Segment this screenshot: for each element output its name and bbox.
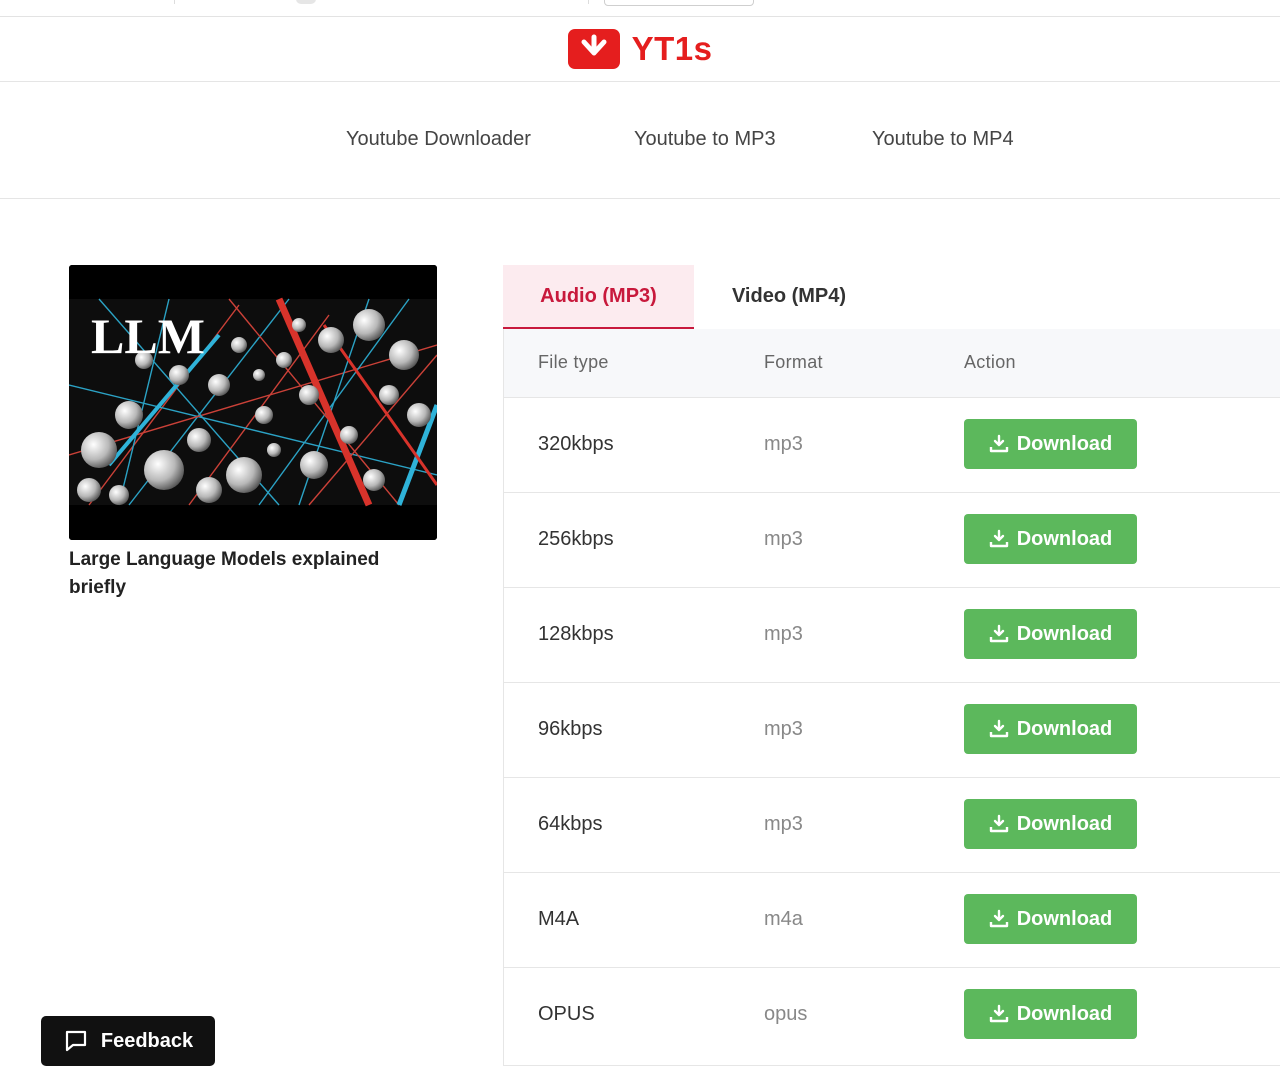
download-icon: [989, 814, 1008, 833]
file-type-cell: 256kbps: [538, 528, 614, 550]
format-cell: mp3: [764, 528, 803, 550]
download-icon: [989, 909, 1008, 928]
download-button-label: Download: [1016, 812, 1113, 835]
download-icon: [989, 434, 1008, 453]
logo[interactable]: YT1s: [567, 29, 713, 69]
download-button-label: Download: [1016, 1002, 1113, 1025]
table-row: 64kbps mp3 Download: [504, 777, 1280, 873]
nav-youtube-to-mp3[interactable]: Youtube to MP3: [634, 128, 776, 151]
file-type-cell: M4A: [538, 908, 580, 930]
chrome-divider: [588, 0, 589, 4]
download-icon: [989, 529, 1008, 548]
site-header: YT1s: [0, 17, 1280, 82]
table-header: File type Format Action: [504, 329, 1280, 398]
format-tabs: Audio (MP3) Video (MP4): [503, 265, 1280, 330]
download-table: File type Format Action 320kbps mp3 Down…: [503, 329, 1280, 1066]
download-icon: [989, 624, 1008, 643]
table-row: 128kbps mp3 Download: [504, 587, 1280, 683]
feedback-label: Feedback: [100, 1029, 194, 1052]
table-row: 96kbps mp3 Download: [504, 682, 1280, 778]
download-button-label: Download: [1016, 717, 1113, 740]
table-row: OPUS opus Download: [504, 967, 1280, 1062]
download-button-label: Download: [1016, 907, 1113, 930]
download-button[interactable]: Download: [964, 419, 1137, 469]
file-type-cell: 320kbps: [538, 433, 614, 455]
download-arrow-icon: [567, 29, 620, 69]
column-header-file-type: File type: [538, 352, 609, 372]
main-nav: Youtube Downloader Youtube to MP3 Youtub…: [0, 82, 1280, 199]
chrome-divider: [174, 0, 175, 4]
file-type-cell: 96kbps: [538, 718, 603, 740]
format-cell: mp3: [764, 433, 803, 455]
table-row: M4A m4a Download: [504, 872, 1280, 968]
video-title: Large Language Models explained briefly: [69, 549, 380, 598]
download-button[interactable]: Download: [964, 609, 1137, 659]
download-button[interactable]: Download: [964, 799, 1137, 849]
file-type-cell: OPUS: [538, 1003, 595, 1025]
nav-youtube-to-mp4[interactable]: Youtube to MP4: [872, 128, 1014, 151]
download-button-label: Download: [1016, 432, 1113, 455]
download-icon: [989, 719, 1008, 738]
chat-bubble-icon: [65, 1030, 86, 1052]
tab-video-mp4[interactable]: Video (MP4): [694, 265, 884, 327]
tab-audio-mp3[interactable]: Audio (MP3): [503, 265, 694, 329]
format-cell: mp3: [764, 623, 803, 645]
video-thumbnail: LLM: [69, 265, 437, 540]
format-cell: mp3: [764, 718, 803, 740]
column-header-format: Format: [764, 352, 823, 372]
logo-text: YT1s: [631, 30, 713, 67]
file-type-cell: 64kbps: [538, 813, 603, 835]
download-button[interactable]: Download: [964, 989, 1137, 1039]
feedback-button[interactable]: Feedback: [41, 1016, 215, 1066]
column-header-action: Action: [964, 352, 1016, 372]
thumbnail-text: LLM: [91, 308, 205, 364]
download-button[interactable]: Download: [964, 704, 1137, 754]
format-cell: opus: [764, 1003, 808, 1025]
format-cell: m4a: [764, 908, 803, 930]
format-cell: mp3: [764, 813, 803, 835]
download-button-label: Download: [1016, 622, 1113, 645]
browser-chrome: [0, 0, 1280, 17]
chrome-pill: [604, 0, 754, 6]
table-row: 256kbps mp3 Download: [504, 492, 1280, 588]
download-icon: [989, 1004, 1008, 1023]
download-button[interactable]: Download: [964, 894, 1137, 944]
file-type-cell: 128kbps: [538, 623, 614, 645]
download-button-label: Download: [1016, 527, 1113, 550]
table-row: 320kbps mp3 Download: [504, 397, 1280, 493]
nav-youtube-downloader[interactable]: Youtube Downloader: [346, 128, 531, 151]
chrome-tab-shape: [296, 0, 316, 4]
download-button[interactable]: Download: [964, 514, 1137, 564]
